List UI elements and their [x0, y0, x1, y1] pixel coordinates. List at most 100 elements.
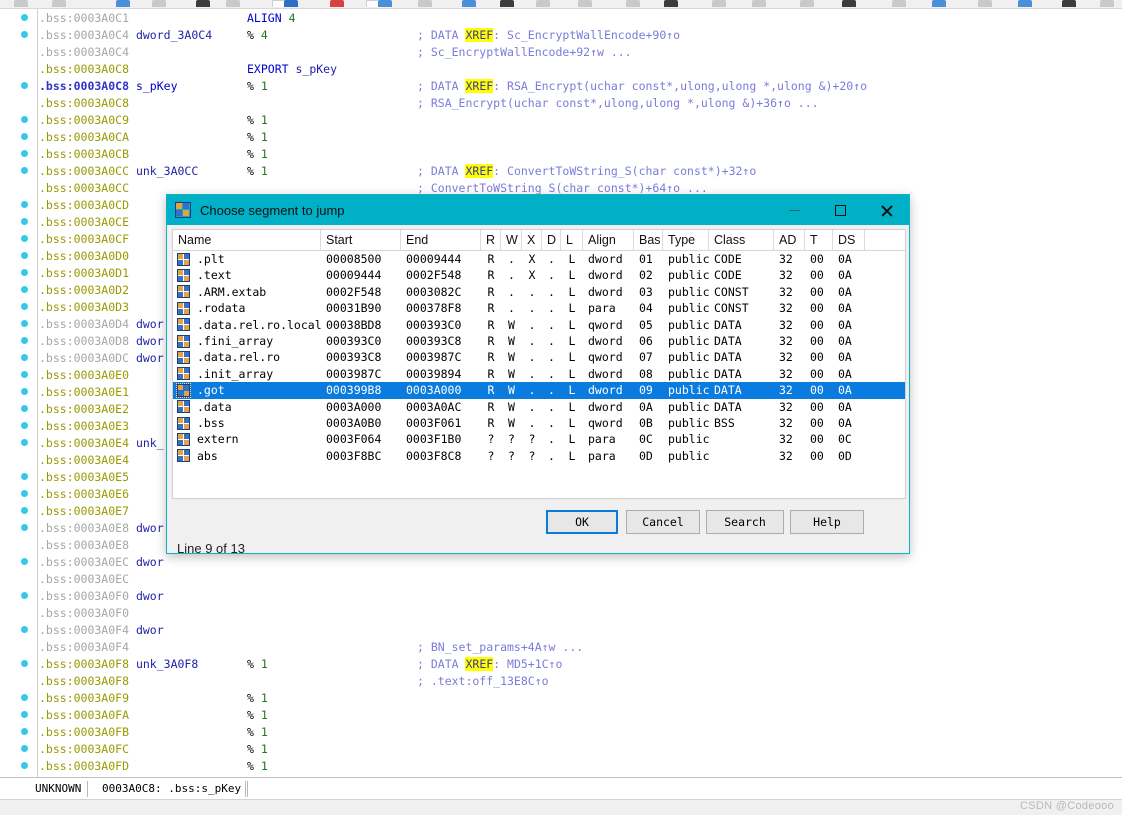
line-marker-dot[interactable] [21, 762, 28, 769]
line-marker-dot[interactable] [21, 82, 28, 89]
line-label[interactable]: dwor [136, 317, 164, 331]
table-row[interactable]: .got 000399B8 0003A000 R W.. Ldword 09 public DA… [173, 382, 905, 399]
line-marker-dot[interactable] [21, 405, 28, 412]
help-button[interactable]: Help [790, 510, 864, 534]
table-row[interactable]: .plt 00008500 00009444 R. X. Ldword 01 public CO… [173, 251, 905, 267]
toolbar-button-icon[interactable] [378, 0, 392, 7]
line-marker-dot[interactable] [21, 558, 28, 565]
table-row[interactable]: extern 0003F064 0003F1B0???. Lpara 0C public 3… [173, 431, 905, 447]
toolbar-button-icon[interactable] [330, 0, 344, 7]
ok-button[interactable]: OK [546, 510, 618, 534]
line-marker-dot[interactable] [21, 150, 28, 157]
toolbar-button-icon[interactable] [892, 0, 906, 7]
line-label[interactable]: dwor [136, 589, 164, 603]
toolbar-button-icon[interactable] [752, 0, 766, 7]
toolbar-button-icon[interactable] [626, 0, 640, 7]
toolbar-button-icon[interactable] [1062, 0, 1076, 7]
line-marker-dot[interactable] [21, 167, 28, 174]
line-marker-dot[interactable] [21, 711, 28, 718]
column-header-end[interactable]: End [401, 230, 481, 250]
column-header-x[interactable]: X [522, 230, 542, 250]
line-marker-dot[interactable] [21, 116, 28, 123]
column-header-r[interactable]: R [481, 230, 501, 250]
toolbar-button-icon[interactable] [842, 0, 856, 7]
line-label[interactable]: dwor [136, 623, 164, 637]
line-label[interactable]: dwor [136, 521, 164, 535]
line-marker-dot[interactable] [21, 201, 28, 208]
line-label[interactable]: unk_ [136, 436, 164, 450]
line-marker-dot[interactable] [21, 252, 28, 259]
dialog-title-bar[interactable]: Choose segment to jump [167, 195, 909, 225]
line-marker-dot[interactable] [21, 728, 28, 735]
segment-list-rows[interactable]: .plt 00008500 00009444 R. X. Ldword 01 public CO… [173, 251, 905, 464]
line-label[interactable]: dwor [136, 351, 164, 365]
line-marker-dot[interactable] [21, 371, 28, 378]
line-marker-dot[interactable] [21, 286, 28, 293]
line-label[interactable]: dword_3A0C4 [136, 28, 212, 42]
line-marker-dot[interactable] [21, 337, 28, 344]
close-button[interactable] [863, 195, 909, 225]
column-header-start[interactable]: Start [321, 230, 401, 250]
toolbar-button-icon[interactable] [536, 0, 550, 7]
table-row[interactable]: .init_array 0003987C 00039894 R W.. Ldword 08 p… [173, 366, 905, 382]
column-header-ad[interactable]: AD [774, 230, 805, 250]
line-label[interactable]: unk_3A0CC [136, 164, 198, 178]
window-controls[interactable] [771, 195, 909, 225]
toolbar-button-icon[interactable] [1100, 0, 1114, 7]
toolbar-button-icon[interactable] [116, 0, 130, 7]
line-marker-dot[interactable] [21, 592, 28, 599]
segment-list-header[interactable]: Name Start End R W X D L Align Bas Type Class AD T DS [173, 230, 905, 251]
toolbar-button-icon[interactable] [418, 0, 432, 7]
minimize-button[interactable] [771, 195, 817, 225]
line-marker-dot[interactable] [21, 303, 28, 310]
column-header-type[interactable]: Type [663, 230, 709, 250]
table-row[interactable]: .bss 0003A0B0 0003F061 R W.. Lqword 0B public BS… [173, 415, 905, 431]
column-header-l[interactable]: L [561, 230, 583, 250]
toolbar-button-icon[interactable] [196, 0, 210, 7]
table-row[interactable]: .fini_array 000393C0 000393C8 R W.. Ldword 06 p… [173, 333, 905, 349]
column-header-w[interactable]: W [501, 230, 522, 250]
line-label[interactable]: dwor [136, 334, 164, 348]
toolbar-button-icon[interactable] [978, 0, 992, 7]
line-marker-dot[interactable] [21, 320, 28, 327]
toolbar-button-icon[interactable] [284, 0, 298, 7]
line-marker-dot[interactable] [21, 660, 28, 667]
toolbar-button-icon[interactable] [712, 0, 726, 7]
line-marker-dot[interactable] [21, 388, 28, 395]
line-marker-dot[interactable] [21, 626, 28, 633]
column-header-align[interactable]: Align [583, 230, 634, 250]
toolbar-button-icon[interactable] [500, 0, 514, 7]
cancel-button[interactable]: Cancel [626, 510, 700, 534]
line-marker-dot[interactable] [21, 235, 28, 242]
column-header-base[interactable]: Bas [634, 230, 663, 250]
toolbar-button-icon[interactable] [152, 0, 166, 7]
table-row[interactable]: .text 00009444 0002F548 R. X. Ldword 02 public C… [173, 267, 905, 283]
toolbar-button-icon[interactable] [14, 0, 28, 7]
table-row[interactable]: .data.rel.ro 000393C8 0003987C R W.. Lqword 07… [173, 349, 905, 365]
line-marker-dot[interactable] [21, 422, 28, 429]
line-marker-dot[interactable] [21, 524, 28, 531]
table-row[interactable]: abs 0003F8BC 0003F8C8???. Lpara 0D public 32 00… [173, 448, 905, 464]
line-marker-dot[interactable] [21, 269, 28, 276]
toolbar-button-icon[interactable] [800, 0, 814, 7]
maximize-button[interactable] [817, 195, 863, 225]
line-marker-dot[interactable] [21, 133, 28, 140]
segment-list[interactable]: Name Start End R W X D L Align Bas Type Class AD T DS … [172, 229, 906, 499]
line-marker-dot[interactable] [21, 31, 28, 38]
table-row[interactable]: .rodata 00031B90 000378F8 R... Lpara 04 public… [173, 300, 905, 316]
line-marker-dot[interactable] [21, 490, 28, 497]
line-marker-dot[interactable] [21, 354, 28, 361]
toolbar-button-icon[interactable] [578, 0, 592, 7]
table-row[interactable]: .data.rel.ro.local 00038BD8 000393C0 R W.. Lq… [173, 317, 905, 333]
toolbar-button-icon[interactable] [226, 0, 240, 7]
toolbar-button-icon[interactable] [664, 0, 678, 7]
line-marker-dot[interactable] [21, 694, 28, 701]
line-marker-dot[interactable] [21, 439, 28, 446]
table-row[interactable]: .data 0003A000 0003A0AC R W.. Ldword 0A public D… [173, 399, 905, 415]
column-header-d[interactable]: D [542, 230, 561, 250]
line-label[interactable]: unk_3A0F8 [136, 657, 198, 671]
line-marker-dot[interactable] [21, 473, 28, 480]
column-header-t[interactable]: T [805, 230, 833, 250]
table-row[interactable]: .ARM.extab 0002F548 0003082C R... Ldword 03 pu… [173, 284, 905, 300]
line-marker-dot[interactable] [21, 745, 28, 752]
